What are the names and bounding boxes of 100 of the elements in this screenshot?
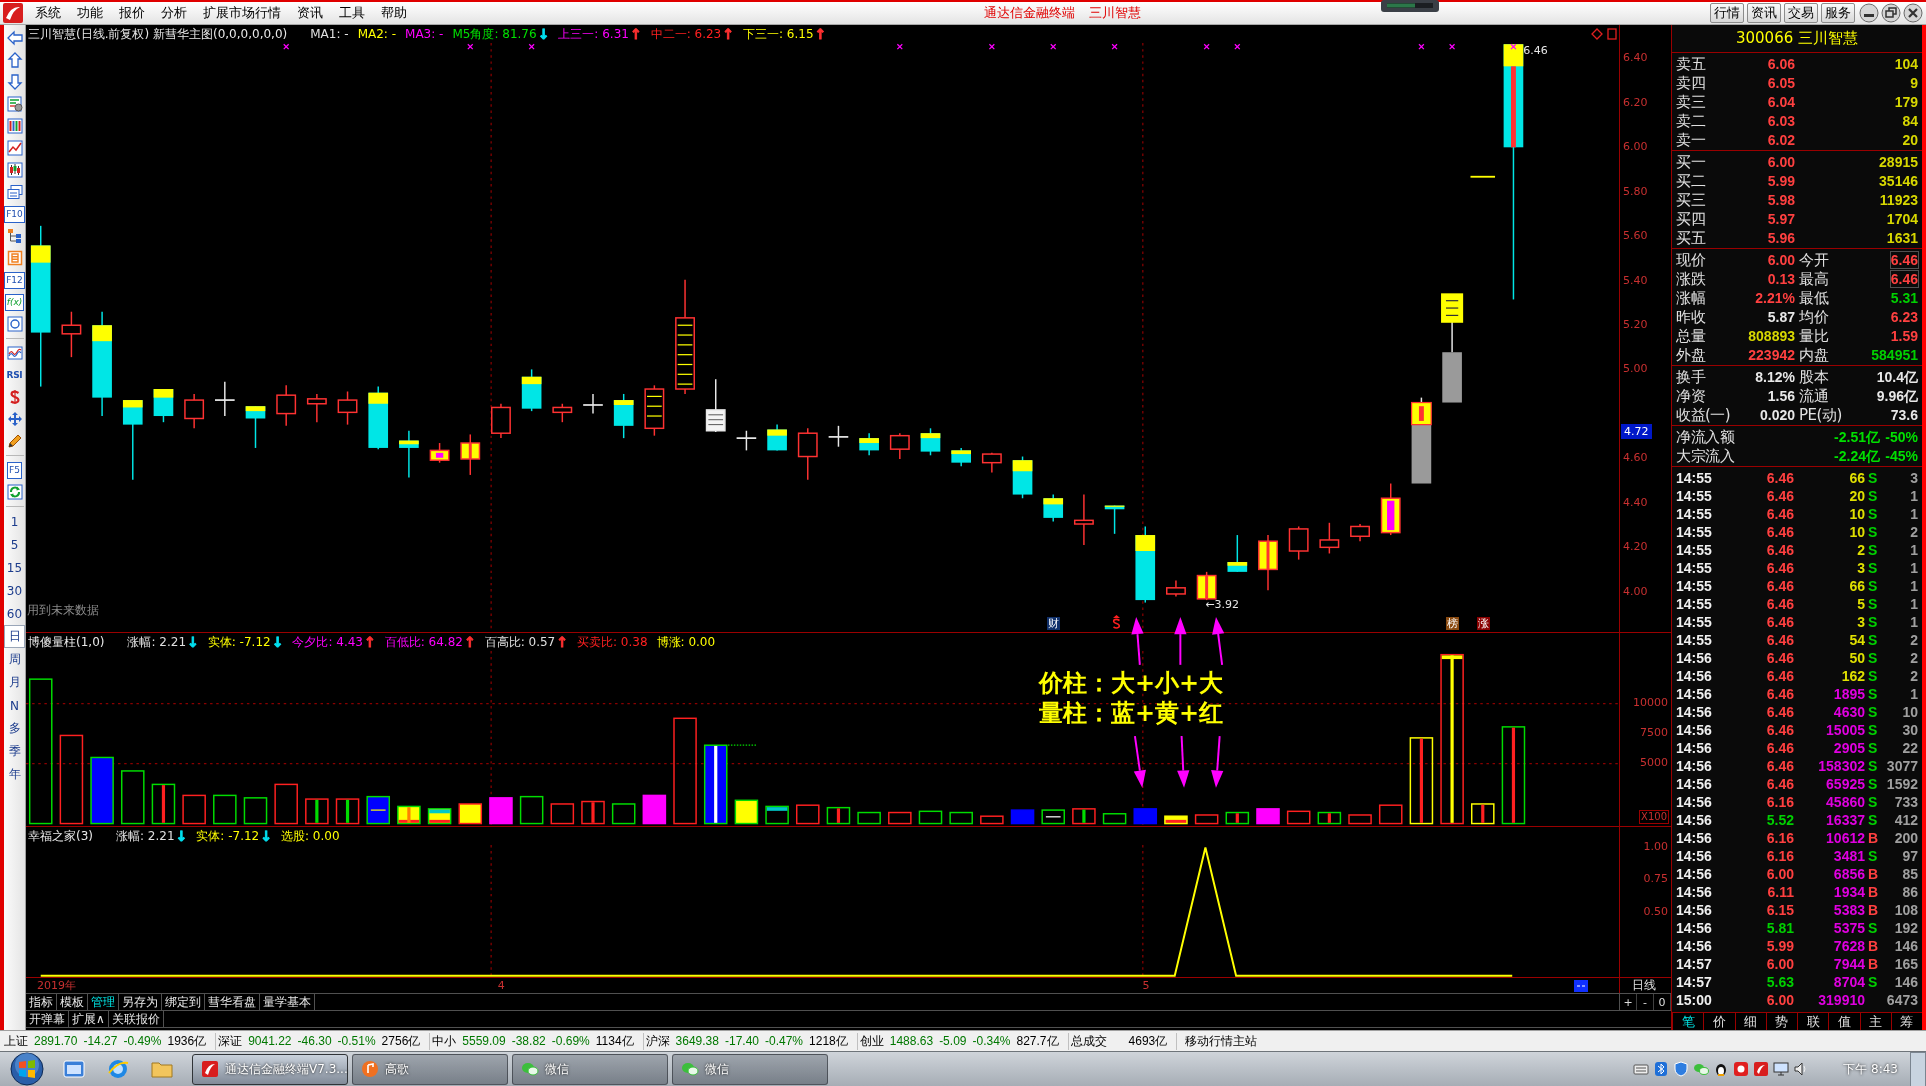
- refresh-icon[interactable]: [6, 484, 23, 500]
- tab[interactable]: 管理: [88, 994, 119, 1010]
- arrow-left-icon[interactable]: [6, 30, 23, 46]
- pencil-icon[interactable]: [6, 433, 23, 449]
- period-button[interactable]: 年: [4, 763, 25, 786]
- tick-side: S: [1867, 686, 1878, 702]
- quote-value: 0.13: [1767, 270, 1795, 287]
- line-chart-icon[interactable]: [6, 140, 23, 156]
- tab[interactable]: 开弹幕: [26, 1011, 69, 1027]
- tick-side: B: [1867, 902, 1879, 918]
- tab[interactable]: 势: [1765, 1013, 1797, 1030]
- axis-label: 4.60: [1623, 451, 1648, 466]
- volume-bar: [796, 804, 820, 825]
- menu-item[interactable]: 资讯: [289, 2, 331, 24]
- windows-icon[interactable]: [6, 184, 23, 200]
- indicator-value: 实体: -7.12: [196, 827, 260, 845]
- period-button[interactable]: 多: [4, 717, 25, 740]
- tick-count: 2: [1910, 668, 1918, 684]
- tab[interactable]: 筹: [1890, 1013, 1922, 1030]
- bluetooth-icon[interactable]: [1653, 1061, 1670, 1077]
- restore-icon[interactable]: [1881, 3, 1901, 23]
- period-button[interactable]: 1: [4, 510, 25, 533]
- menu-item[interactable]: 报价: [111, 2, 153, 24]
- tick-volume: 10612: [1826, 830, 1865, 846]
- window-icon[interactable]: [62, 1057, 86, 1081]
- arrow-up-icon[interactable]: [6, 52, 23, 68]
- tick-side: S: [1867, 920, 1878, 936]
- shield-icon[interactable]: [1673, 1061, 1690, 1077]
- axis-label: 5.20: [1623, 318, 1648, 332]
- windows-logo-icon[interactable]: [10, 1052, 44, 1086]
- table-icon[interactable]: [6, 118, 23, 134]
- indicator-value: MA3: -: [405, 27, 444, 41]
- volume-bar: [550, 803, 575, 825]
- tick-price: 5.63: [1766, 974, 1794, 990]
- circle-icon[interactable]: [6, 316, 23, 332]
- arrow-down-icon[interactable]: [6, 74, 23, 90]
- wave-chart-icon[interactable]: [6, 345, 23, 361]
- tab[interactable]: 联: [1797, 1013, 1829, 1030]
- quote-value: 6.46: [1890, 251, 1918, 268]
- toolbar-button[interactable]: F5: [7, 461, 22, 479]
- period-button[interactable]: 60: [4, 602, 25, 625]
- candlestick: [920, 427, 941, 457]
- tick-price: 6.46: [1766, 542, 1794, 558]
- tick-count: 165: [1894, 956, 1918, 972]
- period-button[interactable]: 30: [4, 579, 25, 602]
- toolbar-button[interactable]: 行情: [1710, 3, 1744, 23]
- tick-side: S: [1867, 632, 1878, 648]
- menu-item[interactable]: 功能: [69, 2, 111, 24]
- show-desktop-icon[interactable]: [1910, 1051, 1926, 1086]
- tab[interactable]: 绑定到: [162, 994, 205, 1010]
- trend-arrow: ↓: [537, 26, 550, 42]
- period-button[interactable]: 季: [4, 740, 25, 763]
- tree-icon[interactable]: [6, 228, 23, 244]
- tab[interactable]: 细: [1734, 1013, 1766, 1030]
- keyboard-icon[interactable]: [1633, 1061, 1650, 1077]
- candlestick: [1012, 455, 1033, 499]
- move-icon[interactable]: [6, 411, 23, 427]
- scroll-marker-icon[interactable]: [1574, 980, 1588, 992]
- period-button[interactable]: 15: [4, 556, 25, 579]
- badge-icon[interactable]: [1733, 1061, 1750, 1077]
- square-icon[interactable]: [1607, 28, 1617, 40]
- browser-icon[interactable]: [106, 1057, 130, 1081]
- menu-item[interactable]: 分析: [153, 2, 195, 24]
- candlestick-icon[interactable]: [6, 162, 23, 178]
- period-button[interactable]: 月: [4, 671, 25, 694]
- tab[interactable]: 量学基本: [260, 994, 315, 1010]
- list-box-icon[interactable]: [6, 250, 23, 266]
- app-icon[interactable]: [1753, 1061, 1770, 1077]
- tab[interactable]: 值: [1828, 1013, 1860, 1030]
- tab[interactable]: 笔: [1672, 1013, 1704, 1030]
- menu-item[interactable]: 帮助: [373, 2, 415, 24]
- period-button[interactable]: 5: [4, 533, 25, 556]
- toolbar-button[interactable]: f(x): [4, 293, 25, 311]
- tab[interactable]: 价: [1703, 1013, 1735, 1030]
- period-button[interactable]: 日: [4, 625, 25, 648]
- toolbar-button[interactable]: RSI: [5, 366, 24, 384]
- axis-label: 6.20: [1623, 95, 1648, 110]
- menu-item[interactable]: 工具: [331, 2, 373, 24]
- report-icon[interactable]: [6, 96, 23, 112]
- menu-item[interactable]: 扩展市场行情: [195, 2, 289, 24]
- period-button[interactable]: 周: [4, 648, 25, 671]
- tab[interactable]: 指标: [26, 994, 57, 1010]
- tab[interactable]: 模板: [57, 994, 88, 1010]
- diamond-icon[interactable]: [1591, 28, 1603, 40]
- menu-item[interactable]: 系统: [27, 2, 69, 24]
- toolbar-button[interactable]: 资讯: [1747, 3, 1781, 23]
- toolbar-button[interactable]: 交易: [1784, 3, 1818, 23]
- volume-bar: [1348, 814, 1372, 825]
- note-text: 用到未来数据: [27, 604, 100, 618]
- tab[interactable]: 扩展∧: [69, 1011, 109, 1027]
- toolbar-button[interactable]: F12: [4, 271, 25, 289]
- close-icon[interactable]: [1903, 3, 1923, 23]
- tab[interactable]: 彗华看盘: [205, 994, 260, 1010]
- toolbar-button[interactable]: 服务: [1821, 3, 1855, 23]
- minimize-icon[interactable]: [1859, 3, 1879, 23]
- indicator-value: MA2: -: [357, 27, 397, 41]
- tab[interactable]: 主: [1859, 1013, 1891, 1030]
- toolbar-button[interactable]: F10: [4, 205, 25, 223]
- period-button[interactable]: N: [4, 694, 25, 717]
- monitor-icon[interactable]: [1773, 1061, 1790, 1077]
